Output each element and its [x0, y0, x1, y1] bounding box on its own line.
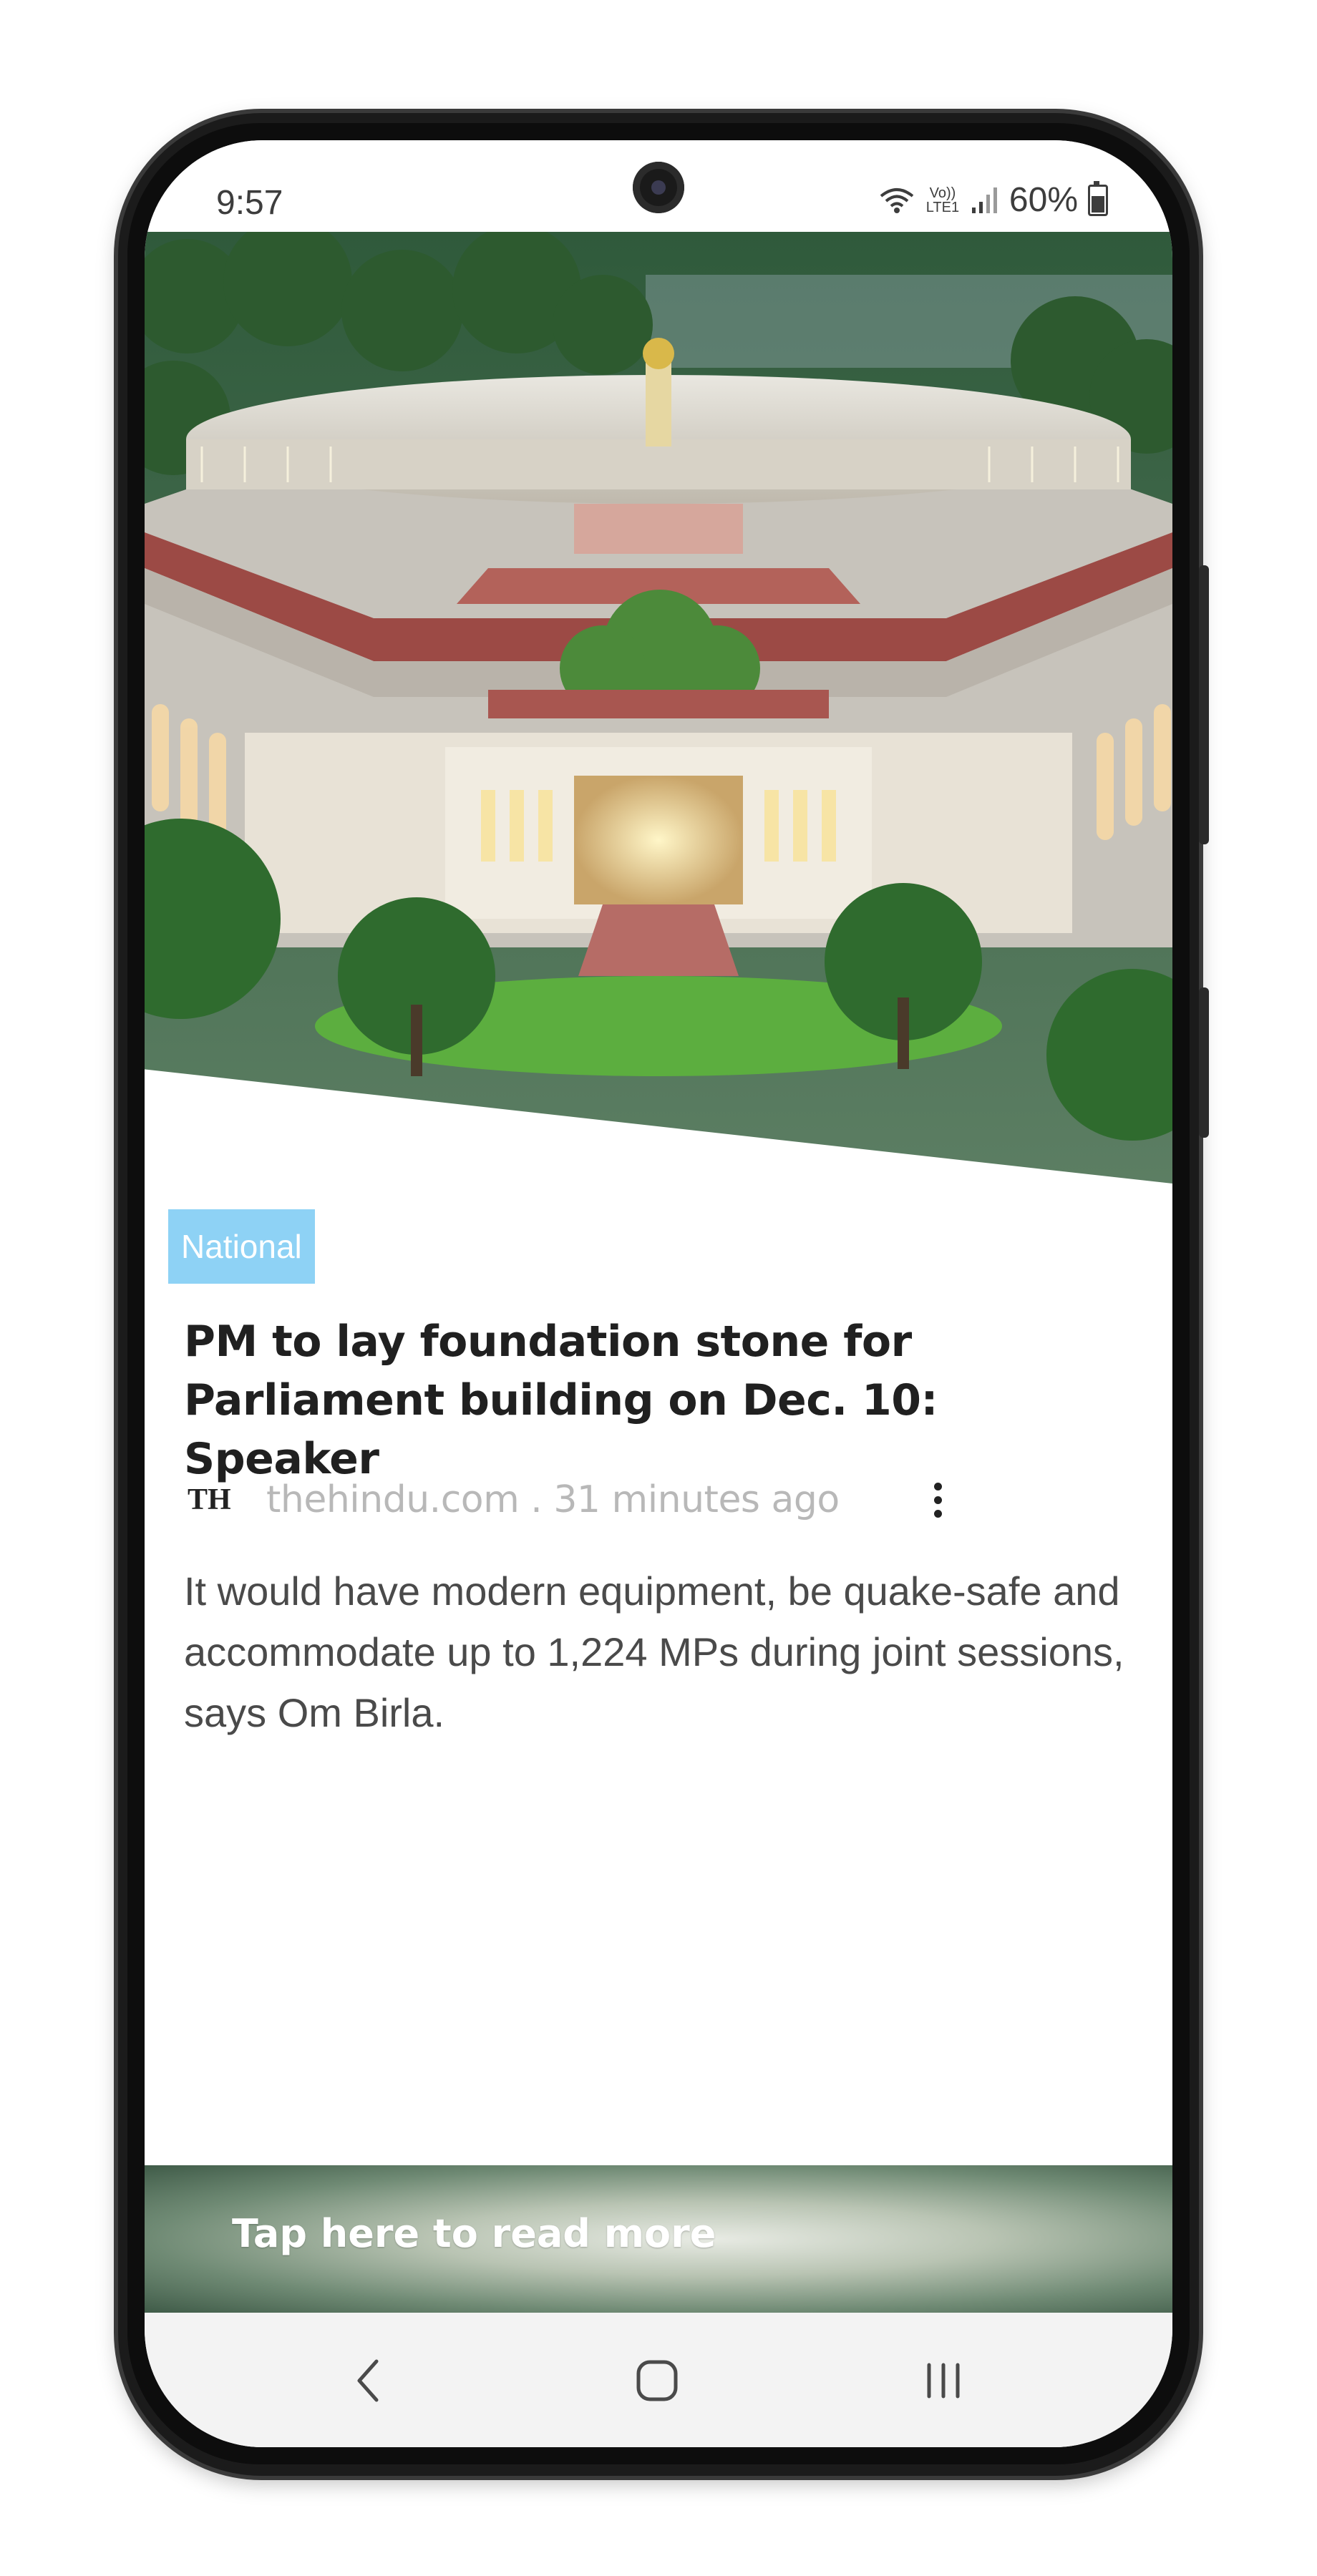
back-chevron-icon	[357, 2359, 379, 2402]
category-badge[interactable]: National	[168, 1209, 315, 1284]
screen: 9:57 Vo)) LTE1 60% National PM to lay fo…	[145, 140, 1172, 2447]
recents-button[interactable]	[908, 2348, 979, 2413]
navigation-bar	[145, 2313, 1172, 2447]
more-vert-icon-dot	[933, 1496, 942, 1504]
parliament-building-image	[145, 232, 1172, 1184]
back-button[interactable]	[332, 2348, 404, 2413]
volume-button	[1199, 565, 1209, 844]
home-icon	[636, 2360, 678, 2401]
recents-icon	[927, 2363, 960, 2399]
read-more-banner[interactable]: Tap here to read more	[145, 2165, 1172, 2313]
more-options-button[interactable]	[916, 1471, 959, 1528]
source-meta: thehindu.com . 31 minutes ago	[266, 1478, 840, 1521]
source-row: TH thehindu.com . 31 minutes ago	[188, 1471, 1132, 1528]
front-camera	[633, 162, 684, 213]
signal-icon	[971, 186, 999, 215]
wifi-icon	[879, 186, 915, 215]
article-summary: It would have modern equipment, be quake…	[184, 1568, 1124, 1735]
home-button[interactable]	[621, 2348, 693, 2413]
status-bar: 9:57 Vo)) LTE1 60%	[145, 140, 1172, 232]
volte-label: Vo)) LTE1	[925, 185, 960, 215]
battery-icon	[1088, 180, 1108, 216]
more-vert-icon-dot	[933, 1509, 942, 1518]
more-vert-icon	[933, 1482, 942, 1491]
read-more-label: Tap here to read more	[232, 2211, 716, 2256]
source-logo: TH	[188, 1483, 231, 1516]
status-icons: Vo)) LTE1 60%	[879, 180, 1108, 220]
article-headline[interactable]: PM to lay foundation stone for Parliamen…	[184, 1312, 1143, 1488]
status-time: 9:57	[216, 184, 283, 222]
power-button	[1199, 987, 1209, 1138]
battery-percent: 60%	[1009, 181, 1078, 219]
hero-image[interactable]	[145, 232, 1172, 1184]
